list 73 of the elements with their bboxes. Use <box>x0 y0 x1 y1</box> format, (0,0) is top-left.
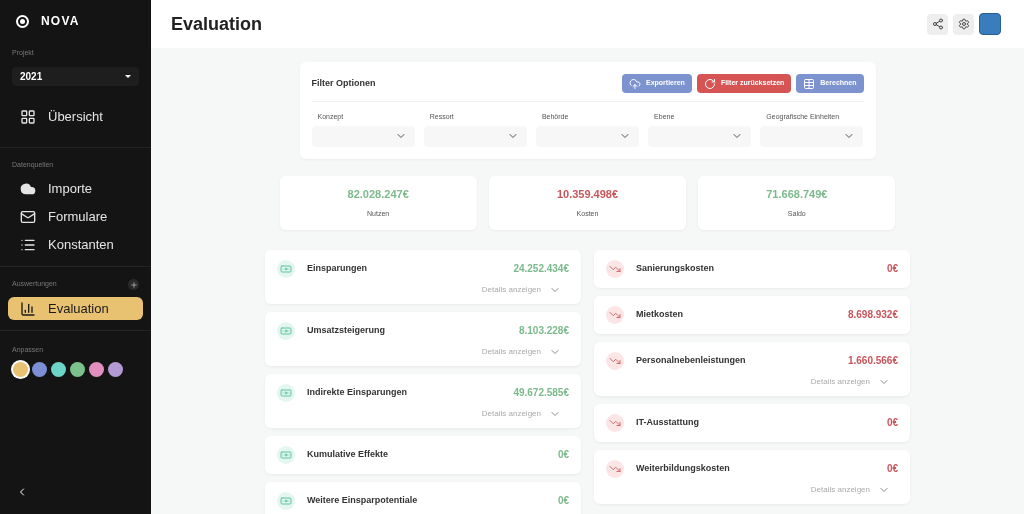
trend-down-icon <box>606 259 624 278</box>
category-label: Mietkosten <box>636 307 684 321</box>
avatar[interactable] <box>979 13 1001 35</box>
page-title: Evaluation <box>171 12 264 36</box>
project-select[interactable]: 2021 <box>12 66 139 86</box>
summary-value: 71.668.749€ <box>766 187 828 202</box>
share-button[interactable] <box>927 13 948 35</box>
category-label: Personalnebenleistungen <box>636 353 747 367</box>
select-field[interactable] <box>760 125 864 147</box>
settings-button[interactable] <box>953 13 974 35</box>
nav-item[interactable]: Konstanten <box>8 233 143 256</box>
trend-down-icon <box>606 413 624 432</box>
upload-icon <box>629 77 641 90</box>
category-value: 24.252.434€ <box>513 262 569 276</box>
mail-icon <box>20 208 36 225</box>
summary-value: 10.359.498€ <box>556 187 619 202</box>
category-value: 49.672.585€ <box>513 386 569 400</box>
category-value: 8.103.228€ <box>518 324 569 338</box>
category-value: 1.660.566€ <box>847 354 898 368</box>
category-label: Kumulative Effekte <box>307 447 390 461</box>
details-toggle[interactable]: Details anzeigen <box>481 407 561 420</box>
category-label: Weiterbildungskosten <box>636 461 731 475</box>
category-label: Sanierungskosten <box>636 261 716 275</box>
trend-down-icon <box>606 351 624 370</box>
select-field[interactable] <box>311 125 415 147</box>
category-value: 0€ <box>886 462 898 476</box>
color-swatch[interactable] <box>51 361 66 377</box>
category-value: 0€ <box>557 494 569 508</box>
details-toggle[interactable]: Details anzeigen <box>481 345 561 358</box>
grid-icon <box>20 109 36 125</box>
category-label: IT-Ausstattung <box>636 415 700 429</box>
nav-item[interactable]: Formulare <box>8 205 143 228</box>
table-icon <box>803 77 816 90</box>
reset-icon <box>703 77 716 90</box>
category-label: Umsatzsteigerung <box>307 323 387 337</box>
nav-item[interactable]: Evaluation <box>8 297 143 320</box>
trend-down-icon <box>606 305 624 324</box>
caret-icon <box>125 74 131 78</box>
category-value: 0€ <box>557 448 569 462</box>
category-value: 8.698.932€ <box>847 308 898 322</box>
select-field[interactable] <box>535 125 640 147</box>
banknote-icon <box>277 491 295 510</box>
trend-down-icon <box>606 459 624 478</box>
color-swatch[interactable] <box>32 361 47 377</box>
category-value: 0€ <box>886 416 898 430</box>
banknote-icon <box>277 445 295 464</box>
banknote-icon <box>277 321 295 340</box>
brand-name: NOVA <box>41 13 80 30</box>
chart-icon <box>20 300 36 317</box>
share-icon <box>931 18 944 30</box>
color-swatch[interactable] <box>89 361 104 377</box>
color-swatch[interactable] <box>70 361 85 377</box>
details-toggle[interactable]: Details anzeigen <box>810 375 890 388</box>
banknote-icon <box>277 383 295 402</box>
summary-value: 82.028.247€ <box>347 187 409 202</box>
logo-icon <box>16 14 29 28</box>
category-label: Indirekte Einsparungen <box>307 385 409 399</box>
nav-item[interactable]: Importe <box>8 177 143 200</box>
plus-icon <box>129 280 138 289</box>
category-label: Weitere Einsparpotentiale <box>307 493 419 507</box>
details-toggle[interactable]: Details anzeigen <box>810 483 890 496</box>
select-field[interactable] <box>648 125 752 147</box>
category-label: Einsparungen <box>307 261 368 275</box>
add-button[interactable] <box>128 279 139 290</box>
color-swatch[interactable] <box>13 361 28 377</box>
settings-icon <box>957 18 970 30</box>
banknote-icon <box>277 259 295 278</box>
color-swatch[interactable] <box>108 361 123 377</box>
nav-item[interactable]: Übersicht <box>8 105 143 129</box>
select-field[interactable] <box>423 125 527 147</box>
category-value: 0€ <box>886 262 898 276</box>
details-toggle[interactable]: Details anzeigen <box>481 283 561 296</box>
panel-title: Filter Optionen <box>311 76 377 90</box>
